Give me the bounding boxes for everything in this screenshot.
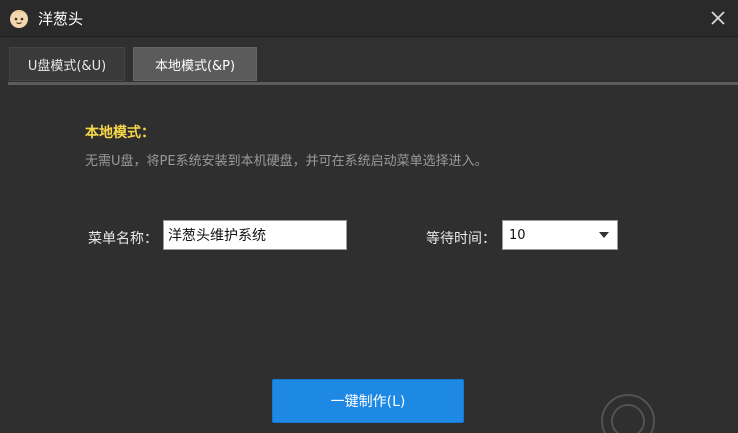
tab-strip: U盘模式(&U) 本地模式(&P) — [0, 37, 738, 83]
close-icon — [711, 11, 725, 25]
wait-time-select[interactable]: 10 — [502, 220, 618, 250]
one-click-make-button[interactable]: 一键制作(L) — [272, 379, 464, 423]
tab-local-mode[interactable]: 本地模式(&P) — [133, 47, 257, 81]
menu-name-input[interactable] — [163, 220, 347, 250]
title-bar: 洋葱头 — [0, 0, 738, 37]
wait-time-label: 等待时间： — [426, 231, 496, 247]
tab-u-disk-mode[interactable]: U盘模式(&U) — [9, 47, 125, 81]
tab-label: 本地模式(&P) — [154, 58, 236, 74]
close-button[interactable] — [706, 6, 730, 30]
watermark-logo — [601, 394, 655, 433]
wait-time-value: 10 — [509, 227, 526, 243]
menu-name-label: 菜单名称： — [88, 231, 158, 247]
window-title: 洋葱头 — [38, 10, 84, 28]
local-mode-panel: 本地模式： 无需U盘，将PE系统安装到本机硬盘，并可在系统启动菜单选择进入。 菜… — [0, 85, 738, 433]
make-button-label: 一键制作(L) — [330, 394, 406, 410]
onion-face-icon — [10, 10, 28, 28]
tab-label: U盘模式(&U) — [27, 58, 107, 74]
chevron-down-icon — [599, 232, 609, 238]
mode-description: 无需U盘，将PE系统安装到本机硬盘，并可在系统启动菜单选择进入。 — [85, 154, 488, 169]
mode-heading: 本地模式： — [85, 125, 155, 141]
